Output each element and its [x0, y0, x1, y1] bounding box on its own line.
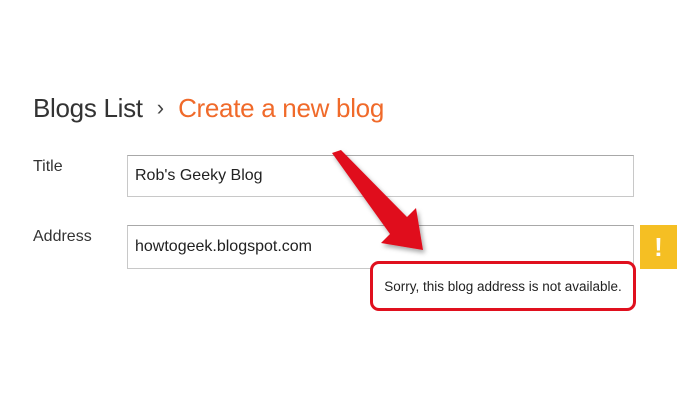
title-label: Title — [33, 158, 63, 175]
warning-icon[interactable]: ! — [640, 225, 677, 269]
warning-symbol: ! — [654, 231, 663, 262]
page-title: Create a new blog — [178, 92, 384, 123]
breadcrumb-separator: › — [156, 95, 165, 120]
breadcrumb-blogs-list-link[interactable]: Blogs List — [33, 93, 143, 124]
create-blog-page: Blogs List › Create a new blog Title Add… — [0, 0, 700, 400]
address-label: Address — [33, 228, 92, 245]
error-message-box: Sorry, this blog address is not availabl… — [370, 261, 636, 311]
arrow-annotation-icon — [332, 150, 423, 250]
breadcrumb: Blogs List › Create a new blog — [33, 88, 384, 128]
error-message: Sorry, this blog address is not availabl… — [384, 278, 622, 294]
title-field[interactable] — [127, 155, 634, 197]
